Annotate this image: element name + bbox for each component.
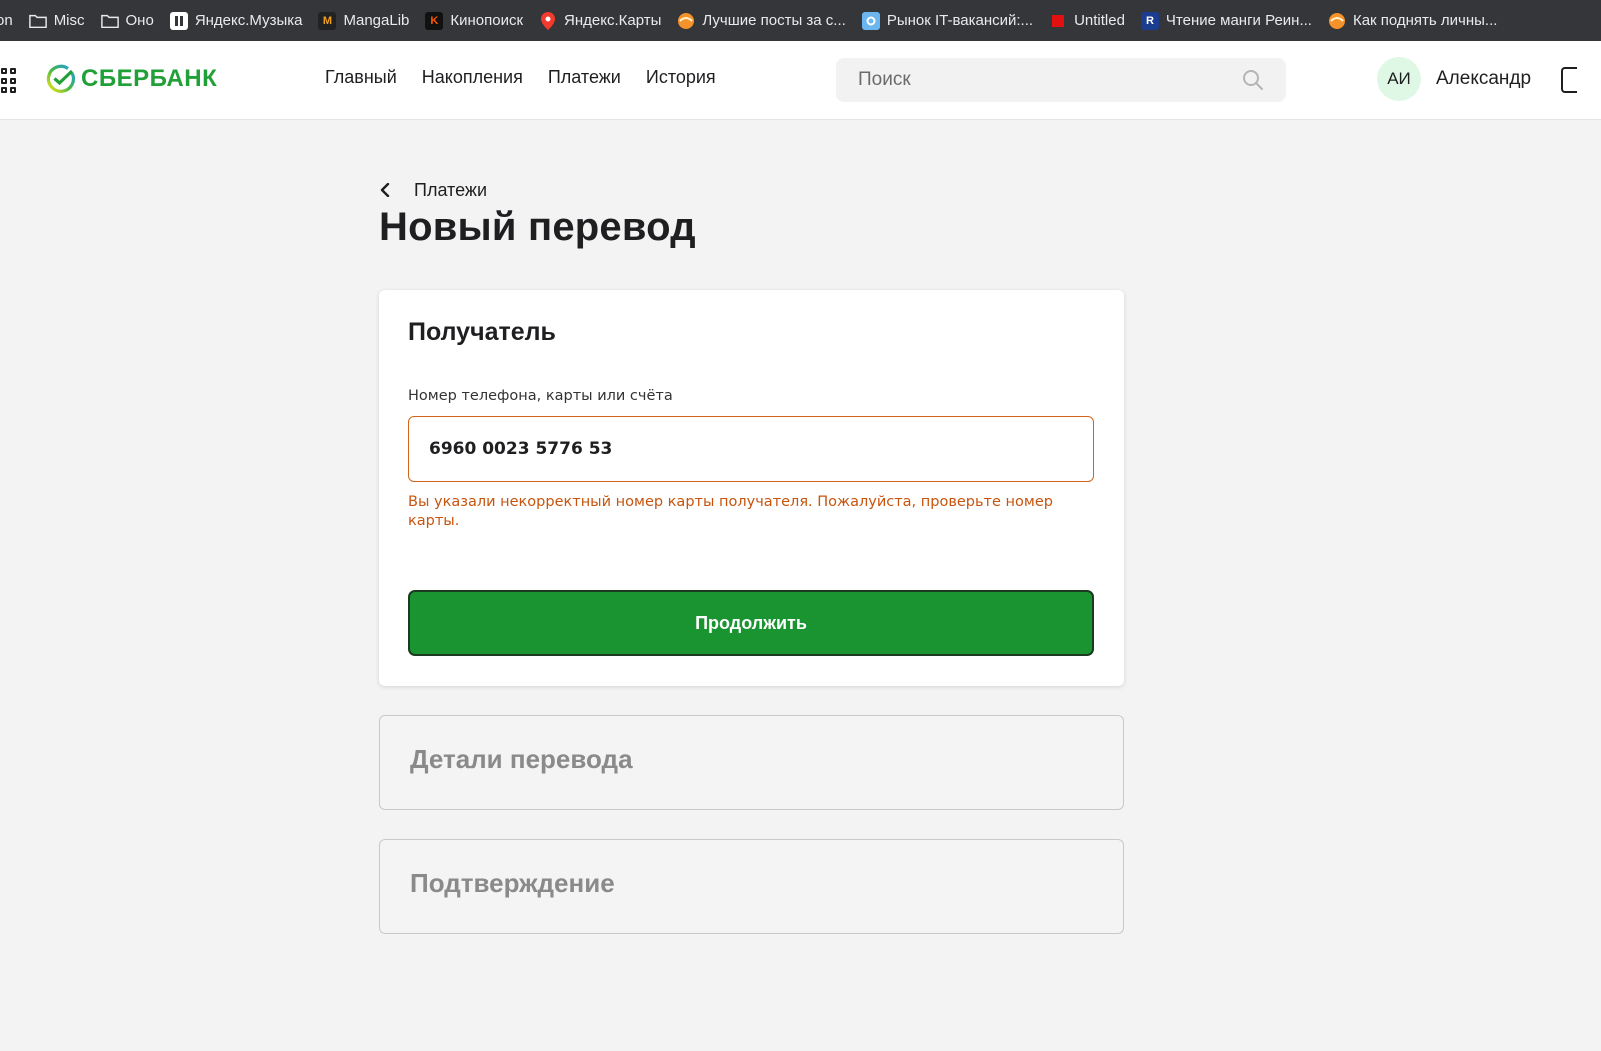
pikabu-icon	[1328, 12, 1346, 30]
bookmark-on[interactable]: on	[0, 7, 21, 35]
mangalib-icon: M	[318, 11, 337, 30]
error-message: Вы указали некорректный номер карты полу…	[408, 494, 1053, 529]
bookmark-untitled[interactable]: Untitled	[1043, 7, 1133, 35]
avatar[interactable]: АИ	[1377, 57, 1421, 101]
bookmark-yandex-maps[interactable]: Яндекс.Карты	[533, 7, 669, 35]
bookmark-it-jobs[interactable]: Рынок IT-вакансий:...	[856, 7, 1041, 35]
site-header: СБЕРБАНК Главный Накопления Платежи Исто…	[0, 41, 1601, 120]
search-box	[836, 58, 1286, 102]
step-transfer-details[interactable]: Детали перевода	[379, 715, 1124, 810]
bookmark-readmanga[interactable]: R Чтение манги Реин...	[1135, 7, 1320, 35]
step-confirmation[interactable]: Подтверждение	[379, 839, 1124, 934]
pikabu-icon	[677, 12, 695, 30]
main-nav: Главный Накопления Платежи История	[325, 67, 741, 88]
red-square-icon	[1049, 12, 1067, 30]
kinopoisk-icon: K	[425, 11, 444, 30]
bookmark-label: on	[0, 12, 13, 29]
user-name[interactable]: Александр	[1436, 68, 1531, 90]
folder-icon	[28, 12, 47, 30]
bookmark-mangalib[interactable]: M MangaLib	[312, 7, 417, 35]
recipient-number-input[interactable]	[409, 417, 1093, 481]
bookmark-label: Яндекс.Музыка	[194, 12, 303, 29]
bookmark-pikabu-account[interactable]: Как поднять личны...	[1322, 7, 1505, 35]
recipient-card: Получатель Номер телефона, карты или счё…	[379, 290, 1124, 686]
sberbank-logo[interactable]: СБЕРБАНК	[46, 64, 217, 94]
bookmark-label: Чтение манги Реин...	[1165, 12, 1312, 29]
continue-button[interactable]: Продолжить	[408, 590, 1094, 656]
breadcrumb-label: Платежи	[414, 179, 488, 200]
bookmark-label: Кинопоиск	[450, 12, 524, 29]
chevron-left-icon	[380, 178, 400, 202]
bookmark-yandex-music[interactable]: Яндекс.Музыка	[164, 7, 311, 35]
card-title: Получатель	[408, 318, 556, 346]
nav-item-main[interactable]: Главный	[325, 67, 397, 88]
bookmark-label: MangaLib	[343, 12, 410, 29]
step-title: Детали перевода	[410, 744, 633, 774]
step-title: Подтверждение	[410, 868, 615, 898]
readmanga-icon: R	[1140, 11, 1159, 30]
bookmark-label: Misc	[53, 12, 85, 29]
yandex-music-icon	[169, 11, 188, 30]
apps-grid-icon[interactable]	[0, 68, 18, 94]
bookmark-label: Оно	[125, 12, 154, 29]
exit-icon[interactable]	[1561, 67, 1577, 93]
bookmark-folder-misc[interactable]: Misc	[23, 7, 93, 35]
logo-text: СБЕРБАНК	[81, 65, 218, 92]
breadcrumb[interactable]: Платежи	[380, 178, 487, 202]
bookmark-folder-ono[interactable]: Оно	[95, 7, 162, 35]
recipient-field	[408, 416, 1094, 482]
sber-logo-icon	[46, 64, 76, 93]
gear-site-icon	[861, 11, 880, 30]
bookmark-label: Лучшие посты за с...	[702, 12, 846, 29]
bookmark-pikabu-posts[interactable]: Лучшие посты за с...	[671, 7, 853, 35]
search-icon[interactable]	[1242, 69, 1264, 91]
bookmark-label: Рынок IT-вакансий:...	[886, 12, 1034, 29]
page-title: Новый перевод	[379, 205, 696, 249]
nav-item-savings[interactable]: Накопления	[422, 67, 523, 88]
field-label: Номер телефона, карты или счёта	[408, 388, 673, 404]
search-input[interactable]	[836, 58, 1236, 102]
bookmark-label: Untitled	[1074, 12, 1125, 29]
bookmark-label: Как поднять личны...	[1352, 12, 1498, 29]
folder-icon	[100, 12, 119, 30]
bookmark-kinopoisk[interactable]: K Кинопоиск	[419, 7, 531, 35]
bookmark-label: Яндекс.Карты	[564, 12, 662, 29]
map-pin-icon	[539, 11, 557, 30]
nav-item-payments[interactable]: Платежи	[548, 67, 621, 88]
nav-item-history[interactable]: История	[646, 67, 716, 88]
bookmarks-bar: on Misc Оно Яндекс.Музыка M MangaLib K К…	[0, 0, 1601, 41]
